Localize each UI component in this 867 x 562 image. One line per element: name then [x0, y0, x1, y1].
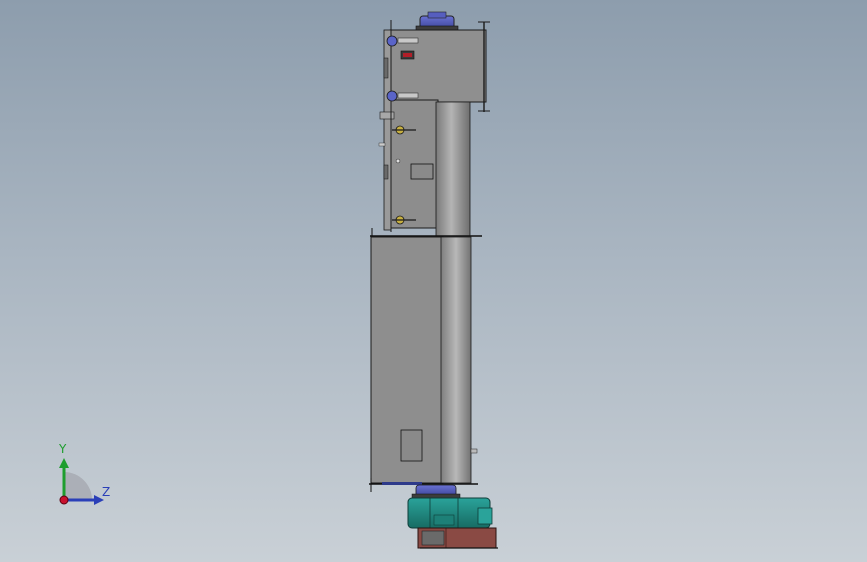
upper-body[interactable] [389, 99, 439, 229]
drain-fitting [470, 448, 478, 454]
small-fitting [395, 158, 401, 164]
axis-y-label: Y [59, 442, 67, 456]
upper-housing[interactable] [389, 21, 490, 112]
lower-access-panel[interactable] [400, 429, 423, 462]
top-motor[interactable] [415, 11, 459, 33]
upper-cylinder[interactable] [435, 101, 471, 237]
fan-housing[interactable] [407, 497, 493, 529]
model-view[interactable] [0, 0, 867, 562]
base-frame[interactable] [417, 527, 498, 549]
graphics-viewport[interactable]: Y Z [0, 0, 867, 562]
small-bracket [378, 142, 386, 147]
triad-graphic [59, 458, 104, 505]
indicator-light[interactable] [400, 50, 415, 60]
upper-access-panel[interactable] [410, 163, 434, 180]
lower-housing[interactable] [370, 236, 478, 484]
axis-z-label: Z [102, 485, 111, 499]
orientation-triad[interactable]: Y Z [44, 440, 124, 510]
bottom-motor[interactable] [411, 484, 461, 500]
